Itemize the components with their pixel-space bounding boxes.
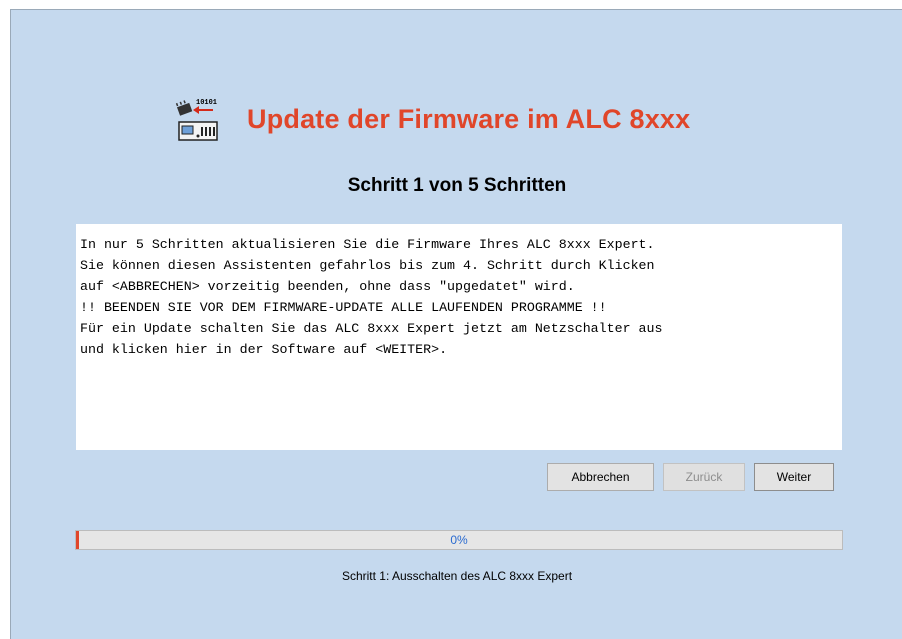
instructions-text-box: In nur 5 Schritten aktualisieren Sie die…: [76, 224, 842, 450]
instruction-line: und klicken hier in der Software auf <WE…: [80, 342, 448, 357]
instruction-line: Sie können diesen Assistenten gefahrlos …: [80, 258, 655, 273]
firmware-update-icon: 10101: [175, 99, 218, 141]
svg-text:10101: 10101: [196, 99, 217, 107]
cancel-button[interactable]: Abbrechen: [547, 463, 654, 491]
instruction-line: Für ein Update schalten Sie das ALC 8xxx…: [80, 321, 663, 336]
instruction-line: In nur 5 Schritten aktualisieren Sie die…: [80, 237, 655, 252]
progress-label: 0%: [450, 533, 468, 547]
wizard-title: Update der Firmware im ALC 8xxx: [247, 103, 691, 134]
status-text: Schritt 1: Ausschalten des ALC 8xxx Expe…: [341, 569, 573, 583]
wizard-header: 10101 Update der Firmware im ALC 8xxx: [175, 96, 690, 142]
back-button[interactable]: Zurück: [663, 463, 745, 491]
instruction-line: auf <ABBRECHEN> vorzeitig beenden, ohne …: [80, 279, 575, 294]
step-heading: Schritt 1 von 5 Schritten: [347, 175, 567, 196]
progress-bar: 0%: [75, 530, 843, 550]
instruction-line: !! BEENDEN SIE VOR DEM FIRMWARE-UPDATE A…: [80, 300, 607, 315]
next-button[interactable]: Weiter: [754, 463, 834, 491]
firmware-update-wizard: 10101 Update der Firmware im ALC 8xxx Sc…: [10, 9, 902, 639]
